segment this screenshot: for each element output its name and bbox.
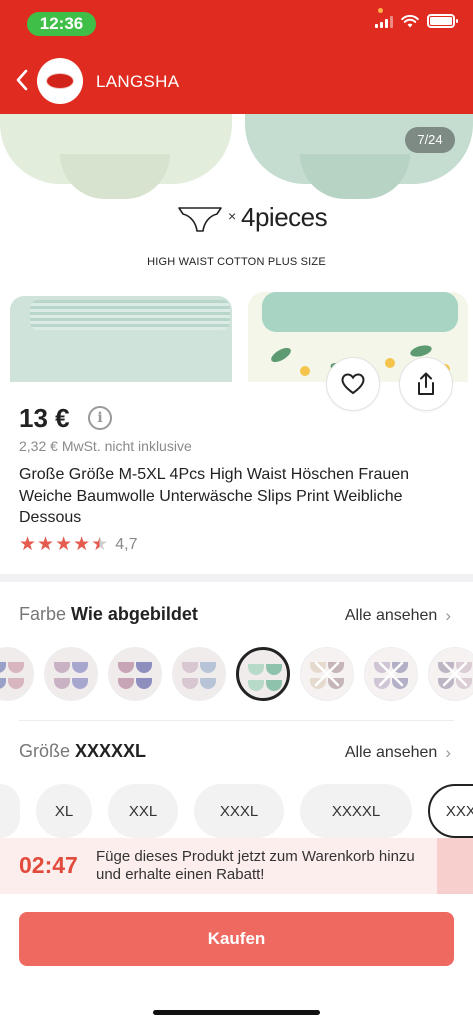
star-icon: ★ xyxy=(19,534,37,555)
image-caption: HIGH WAIST COTTON PLUS SIZE xyxy=(147,256,326,268)
color-swatch[interactable] xyxy=(428,647,473,701)
color-swatch[interactable] xyxy=(364,647,418,701)
share-button[interactable] xyxy=(399,357,453,411)
battery-icon xyxy=(427,14,458,28)
home-indicator[interactable] xyxy=(153,1010,320,1015)
product-price: 13 € xyxy=(19,403,70,433)
star-half-icon: ★ xyxy=(91,534,109,555)
swatch-garment xyxy=(200,662,216,673)
promo-text: Füge dieses Produkt jetzt zum Warenkorb … xyxy=(96,848,415,883)
color-swatch[interactable] xyxy=(0,647,34,701)
size-option[interactable]: XXXXXL xyxy=(428,784,473,838)
promo-timer: 02:47 xyxy=(19,852,78,878)
info-icon[interactable]: i xyxy=(88,406,112,430)
color-selected-value: Wie abgebildet xyxy=(71,604,198,624)
unavailable-x-icon xyxy=(365,648,417,700)
color-label-text: Farbe xyxy=(19,604,67,624)
share-icon xyxy=(418,372,434,395)
size-label: Größe XXXXXL xyxy=(19,741,146,762)
size-selected-value: XXXXXL xyxy=(75,741,147,761)
logo-icon xyxy=(46,73,74,89)
garment-waistband xyxy=(262,292,458,332)
swatch-garment xyxy=(118,662,134,673)
swatch-garment xyxy=(72,662,88,673)
chevron-right-icon: › xyxy=(445,606,451,625)
app-header: 12:36 LANGSHA xyxy=(0,0,473,114)
heart-icon xyxy=(341,373,365,395)
favorite-button[interactable] xyxy=(326,357,380,411)
size-option[interactable]: XL xyxy=(36,784,92,838)
image-counter: 7/24 xyxy=(405,127,455,153)
swatch-garment xyxy=(266,680,282,691)
swatch-garment xyxy=(54,662,70,673)
divider xyxy=(19,720,454,721)
color-see-all-label: Alle ansehen xyxy=(344,607,438,624)
product-title: Große Größe M-5XL 4Pcs High Waist Hösche… xyxy=(19,466,410,526)
star-icon: ★ xyxy=(55,534,73,555)
color-label: Farbe Wie abgebildet xyxy=(19,604,198,625)
section-separator xyxy=(0,574,473,582)
swatch-garment xyxy=(136,678,152,689)
unavailable-x-icon xyxy=(301,648,353,700)
status-time: 12:36 xyxy=(27,12,96,36)
print-fruit xyxy=(385,358,395,368)
wifi-icon xyxy=(401,14,419,27)
size-option[interactable]: XXXXL xyxy=(300,784,412,838)
pieces-multiplier: × xyxy=(228,208,237,224)
color-swatch[interactable] xyxy=(172,647,226,701)
buy-button[interactable]: Kaufen xyxy=(19,912,454,966)
garment-detail xyxy=(60,154,170,199)
product-rating[interactable]: ★ ★ ★ ★ ★ 4,7 xyxy=(19,535,137,555)
size-option[interactable]: XXL xyxy=(108,784,178,838)
swatch-garment xyxy=(118,678,134,689)
store-logo[interactable] xyxy=(37,58,83,104)
swatch-garment xyxy=(54,678,70,689)
color-swatch[interactable] xyxy=(108,647,162,701)
swatch-garment xyxy=(182,662,198,673)
size-option[interactable] xyxy=(0,784,20,838)
swatch-garment xyxy=(8,678,24,689)
color-swatch[interactable] xyxy=(300,647,354,701)
promo-accent xyxy=(437,838,473,894)
star-icon: ★ xyxy=(73,534,91,555)
swatch-garment xyxy=(8,662,24,673)
promo-banner[interactable]: 02:47 Füge dieses Produkt jetzt zum Ware… xyxy=(0,838,473,894)
chevron-left-icon xyxy=(16,69,28,91)
swatch-garment xyxy=(200,678,216,689)
swatch-garment xyxy=(266,664,282,675)
rating-value: 4,7 xyxy=(115,536,138,553)
privacy-indicator xyxy=(378,8,383,13)
color-see-all-link[interactable]: Alle ansehen › xyxy=(345,606,451,626)
swatch-garment xyxy=(0,662,6,673)
unavailable-x-icon xyxy=(429,648,473,700)
color-swatch-list xyxy=(0,647,473,701)
swatch-garment xyxy=(136,662,152,673)
signal-icon xyxy=(375,15,393,28)
garment-waistband xyxy=(30,300,230,330)
swatch-garment xyxy=(0,678,6,689)
star-icon: ★ xyxy=(37,534,55,555)
garment-detail xyxy=(300,154,410,199)
size-option-list: XL XXL XXXL XXXXL XXXXXL xyxy=(0,784,473,838)
tax-note: 2,32 € MwSt. nicht inklusive xyxy=(19,438,192,454)
color-swatch[interactable] xyxy=(44,647,98,701)
size-option[interactable]: XXXL xyxy=(194,784,284,838)
swatch-garment xyxy=(248,664,264,675)
back-button[interactable] xyxy=(10,64,34,96)
chevron-right-icon: › xyxy=(445,743,451,762)
status-icons xyxy=(375,14,458,28)
store-name[interactable]: LANGSHA xyxy=(96,72,179,92)
print-fruit xyxy=(300,366,310,376)
size-label-text: Größe xyxy=(19,741,71,761)
pieces-count: 4pieces xyxy=(241,202,328,232)
swatch-garment xyxy=(182,678,198,689)
underwear-icon xyxy=(178,207,222,232)
size-see-all-link[interactable]: Alle ansehen › xyxy=(345,743,451,763)
size-see-all-label: Alle ansehen xyxy=(344,744,438,761)
swatch-garment xyxy=(248,680,264,691)
product-image-gallery[interactable]: × 4pieces HIGH WAIST COTTON PLUS SIZE 7/… xyxy=(0,114,473,382)
swatch-garment xyxy=(72,678,88,689)
color-swatch[interactable] xyxy=(236,647,290,701)
